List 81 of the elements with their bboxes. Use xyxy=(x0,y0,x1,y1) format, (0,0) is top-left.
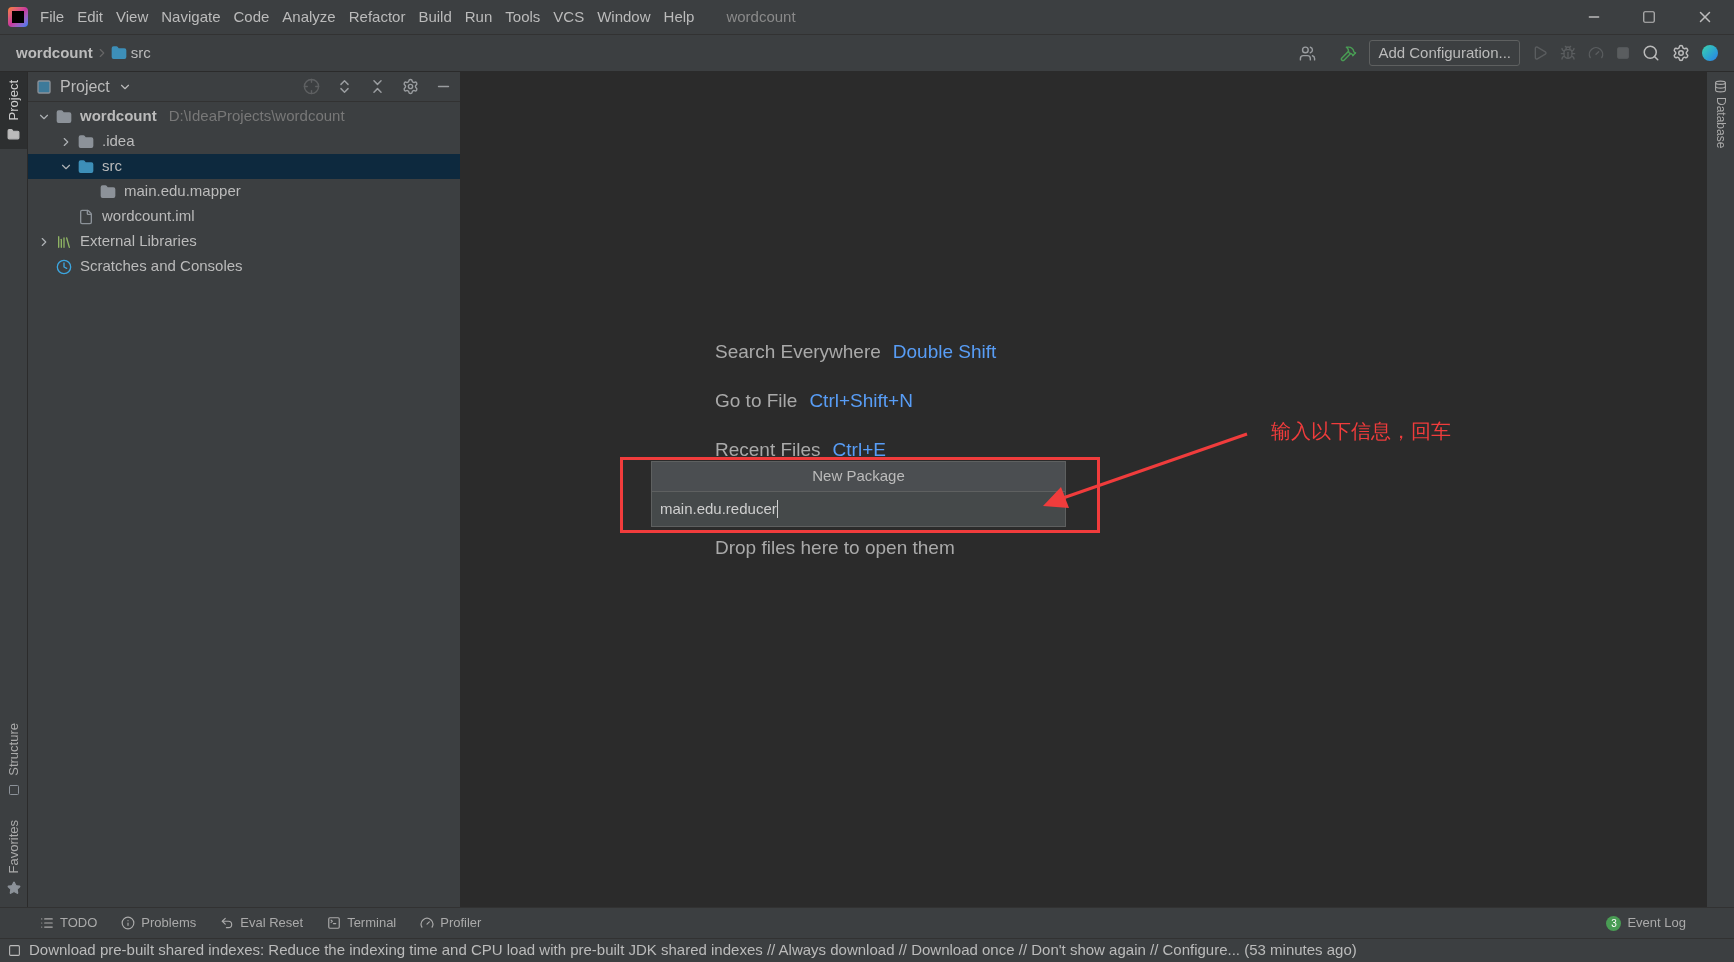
package-name-field[interactable]: main.edu.reducer xyxy=(652,492,1065,526)
tool-tab[interactable]: Profiler xyxy=(420,913,482,933)
file-icon xyxy=(78,208,94,225)
tree-label: main.edu.mapper xyxy=(124,181,241,202)
tree-label: wordcount xyxy=(80,106,157,127)
tree-row[interactable]: src xyxy=(28,154,460,179)
tree-row[interactable]: main.edu.mapper xyxy=(28,179,460,204)
panel-title[interactable]: Project xyxy=(60,74,110,99)
settings-icon[interactable] xyxy=(402,78,419,95)
dialog-title: New Package xyxy=(652,462,1065,492)
menu-item[interactable]: View xyxy=(116,5,149,29)
tree-row[interactable]: External Libraries xyxy=(28,229,460,254)
menu-item[interactable]: File xyxy=(40,5,65,29)
annotation-text: 输入以下信息，回车 xyxy=(1271,419,1451,444)
tree-label: Scratches and Consoles xyxy=(80,256,243,277)
folder-icon xyxy=(78,133,94,150)
shortcut-text: Ctrl+E xyxy=(832,437,886,462)
tool-tab[interactable]: TODO xyxy=(40,913,98,933)
tool-tab[interactable]: Terminal xyxy=(327,913,397,933)
menu-item[interactable]: Build xyxy=(418,5,452,29)
hint-text: Drop files here to open them xyxy=(715,535,955,560)
menu-item[interactable]: Run xyxy=(464,5,493,29)
menu-item[interactable]: Tools xyxy=(505,5,541,29)
breadcrumb-item[interactable]: src xyxy=(130,41,151,65)
star-icon xyxy=(6,881,21,895)
count-badge: 3 xyxy=(1606,915,1622,931)
menu-item[interactable]: Window xyxy=(597,5,651,29)
tool-window-tab[interactable]: Favorites xyxy=(3,819,24,895)
menu-item[interactable]: Edit xyxy=(77,5,104,29)
menu-item[interactable]: Navigate xyxy=(161,5,221,29)
tree-label: External Libraries xyxy=(80,231,197,252)
folder-icon xyxy=(7,128,20,142)
scratches-icon xyxy=(56,258,72,275)
tree-label: .idea xyxy=(102,131,135,152)
search-icon[interactable] xyxy=(1642,44,1660,62)
list-icon xyxy=(40,916,54,930)
build-icon[interactable] xyxy=(1340,44,1358,62)
menu-item[interactable]: Refactor xyxy=(348,5,406,29)
tree-row[interactable]: wordcount D:\IdeaProjects\wordcount xyxy=(28,104,460,129)
shortcut-text: Ctrl+Shift+N xyxy=(809,388,913,413)
tool-window-tab[interactable]: Database xyxy=(1711,80,1730,149)
tree-label: wordcount.iml xyxy=(102,206,195,227)
window-title: wordcount xyxy=(726,6,796,27)
tree-row[interactable]: .idea xyxy=(28,129,460,154)
add-configuration-button[interactable]: Add Configuration... xyxy=(1369,40,1520,66)
module-folder-icon xyxy=(56,108,72,125)
maximize-icon[interactable] xyxy=(1642,10,1656,24)
project-view-icon xyxy=(36,78,52,95)
tool-window-tab[interactable]: Structure xyxy=(3,722,24,796)
tree-row[interactable]: Scratches and Consoles xyxy=(28,254,460,279)
database-icon xyxy=(1714,80,1727,93)
tool-tab[interactable]: Problems xyxy=(121,913,197,933)
package-icon xyxy=(100,183,116,200)
folder-icon xyxy=(78,158,94,175)
tree-row[interactable]: wordcount.iml xyxy=(28,204,460,229)
tree-label: src xyxy=(102,156,122,177)
library-icon xyxy=(56,233,72,250)
hint-text: Recent Files xyxy=(715,437,821,462)
folder-icon xyxy=(110,45,127,61)
tool-window-tab[interactable]: Project xyxy=(0,72,27,150)
user-icon[interactable] xyxy=(1299,44,1317,62)
settings-icon[interactable] xyxy=(1672,44,1690,62)
status-icon xyxy=(8,944,21,957)
menu-item[interactable]: Analyze xyxy=(282,5,336,29)
info-icon xyxy=(121,916,136,930)
app-logo-icon xyxy=(8,7,28,27)
tool-tab[interactable]: Eval Reset xyxy=(220,913,304,933)
plugin-logo-icon[interactable] xyxy=(1702,45,1718,61)
undo-icon xyxy=(220,916,235,930)
menu-item[interactable]: Help xyxy=(663,5,695,29)
breadcrumb-item[interactable]: wordcount xyxy=(16,41,93,65)
tree-path: D:\IdeaProjects\wordcount xyxy=(168,106,345,127)
gauge-icon xyxy=(420,916,435,930)
event-log-tab[interactable]: 3 Event Log xyxy=(1606,913,1686,933)
hint-text: Search Everywhere xyxy=(715,339,881,364)
shortcut-text: Double Shift xyxy=(892,339,997,364)
status-message: Download pre-built shared indexes: Reduce the indexing time and CPU load with pre-built JDK shared indexes // Always download // Download once // Don't show again // Configure... (53 minutes ago) xyxy=(29,940,1357,961)
hint-text: Go to File xyxy=(715,388,798,413)
terminal-icon xyxy=(327,916,342,930)
menu-item[interactable]: VCS xyxy=(553,5,585,29)
menu-item[interactable]: Code xyxy=(233,5,270,29)
